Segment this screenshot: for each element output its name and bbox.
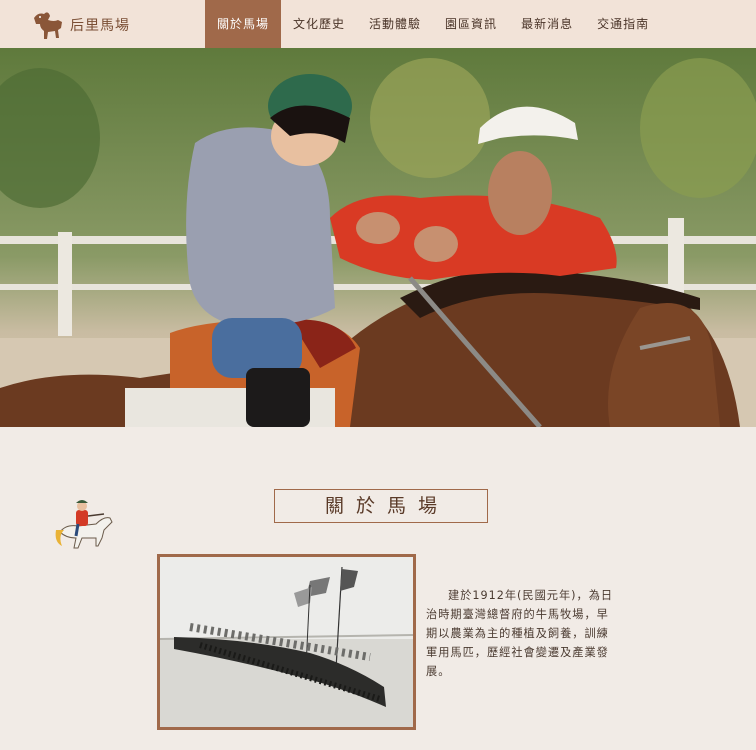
brand-name: 后里馬場 (70, 18, 130, 34)
rider-mascot-icon (52, 496, 118, 558)
section-title-about: 關於馬場 (274, 489, 488, 523)
nav-item-about[interactable]: 關於馬場 (205, 0, 282, 48)
about-intro-text: 建於1912年(民國元年)，為日治時期臺灣總督府的牛馬牧場，早期以農業為主的種植… (426, 589, 614, 678)
hero-image (0, 48, 756, 427)
nav-item-news[interactable]: 最新消息 (509, 0, 585, 48)
nav-item-activities[interactable]: 活動體驗 (357, 0, 433, 48)
nav-item-transport[interactable]: 交通指南 (585, 0, 661, 48)
site-header: 后里馬場 關於馬場 文化歷史 活動體驗 園區資訊 最新消息 交通指南 (0, 0, 756, 48)
nav-item-history[interactable]: 文化歷史 (281, 0, 357, 48)
brand-logo[interactable]: 后里馬場 (28, 8, 130, 42)
nav-item-park-info[interactable]: 園區資訊 (433, 0, 509, 48)
horse-logo-icon (34, 12, 62, 39)
main-nav: 關於馬場 文化歷史 活動體驗 園區資訊 最新消息 交通指南 (205, 0, 661, 48)
historic-photo (157, 554, 416, 730)
